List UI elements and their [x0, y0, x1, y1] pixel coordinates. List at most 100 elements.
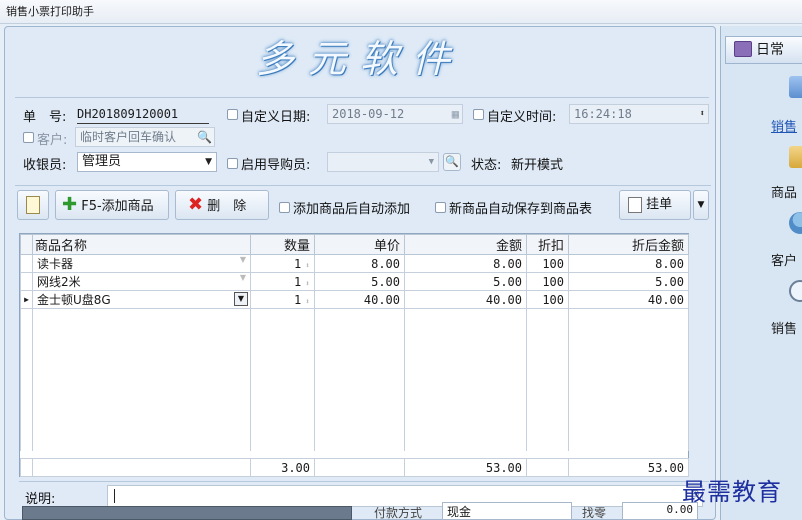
price-cell[interactable]: 8.00: [314, 254, 405, 273]
customer-icon[interactable]: [789, 212, 802, 234]
order-no-label: 单 号:: [23, 110, 67, 125]
column-header[interactable]: 商品名称: [32, 234, 251, 255]
column-header[interactable]: 金额: [404, 234, 527, 255]
hold-order-dropdown[interactable]: ▼: [693, 190, 709, 220]
cashier-select[interactable]: 管理员 ▼: [77, 152, 217, 172]
total-qty: 3.00: [250, 458, 315, 477]
status-value: 新开模式: [511, 158, 564, 173]
search-icon[interactable]: 🔍: [197, 128, 212, 146]
qty-cell[interactable]: 1 ⬍: [250, 254, 315, 273]
chevron-down-icon: ▼: [239, 273, 246, 283]
guide-checkbox[interactable]: [227, 158, 238, 169]
sales-icon[interactable]: [789, 76, 802, 98]
new-order-button[interactable]: [17, 190, 49, 220]
nav-sales-report[interactable]: 销售: [771, 318, 797, 337]
auto-save-label: 新商品自动保存到商品表: [449, 202, 593, 217]
toolbar: ✚ F5-添加商品 ✖ 删 除 添加商品后自动添加 新商品自动保存到商品表 挂单…: [15, 185, 711, 223]
custom-date-checkbox[interactable]: [227, 109, 238, 120]
table-row[interactable]: 读卡器 ▼ 1 ⬍ 8.00 8.00 100 8.00: [20, 254, 689, 273]
pay-method-label: 付款方式: [374, 506, 423, 520]
hold-order-button[interactable]: 挂单: [619, 190, 691, 220]
book-icon: [734, 41, 752, 57]
qty-cell[interactable]: 1 ⬍: [250, 272, 315, 291]
main-panel: 多元软件 单 号: DH201809120001 自定义日期: 2018-09-…: [4, 26, 716, 520]
column-header[interactable]: 单价: [314, 234, 405, 255]
chevron-down-icon[interactable]: ▼: [234, 292, 248, 306]
spinner-icon: ⬍: [305, 296, 310, 306]
amount-cell: 8.00: [404, 254, 527, 273]
calendar-icon[interactable]: ▦: [452, 105, 459, 123]
customer-checkbox[interactable]: [23, 132, 34, 143]
column-header[interactable]: 数量: [250, 234, 315, 255]
nav-customers[interactable]: 客户: [771, 250, 797, 269]
custom-date-field[interactable]: 2018-09-12 ▦: [327, 104, 463, 124]
custom-date-label: 自定义日期:: [241, 110, 311, 125]
product-name-cell[interactable]: 网线2米 ▼: [32, 272, 251, 291]
custom-time-label: 自定义时间:: [487, 110, 557, 125]
cashier-label: 收银员:: [23, 158, 67, 173]
spinner-icon[interactable]: ⬍: [700, 105, 705, 123]
customer-field[interactable]: 临时客户回车确认 🔍: [75, 127, 215, 147]
product-box-icon[interactable]: [789, 146, 802, 168]
watermark: 最需教育: [682, 478, 782, 506]
right-nav-panel: 日常 销售 商品 客户 销售: [720, 26, 802, 520]
change-label: 找零: [582, 506, 607, 520]
spinner-icon: ⬍: [305, 278, 310, 288]
row-indicator: [20, 272, 33, 291]
chevron-down-icon: ▼: [205, 157, 212, 167]
row-indicator-header: [20, 234, 33, 255]
qty-cell[interactable]: 1 ⬍: [250, 290, 315, 309]
final-amount-cell: 5.00: [568, 272, 689, 291]
plus-icon: ✚: [62, 194, 78, 215]
chevron-down-icon: ▼: [697, 200, 705, 210]
sales-report-icon[interactable]: [789, 280, 802, 302]
receipt-icon: [628, 196, 642, 213]
add-product-button[interactable]: ✚ F5-添加商品: [55, 190, 169, 220]
spinner-icon: ⬍: [305, 260, 310, 270]
delete-button[interactable]: ✖ 删 除: [175, 190, 269, 220]
nav-sales[interactable]: 销售: [771, 116, 797, 135]
discount-cell[interactable]: 100: [526, 272, 569, 291]
custom-time-field[interactable]: 16:24:18 ⬍: [569, 104, 709, 124]
total-amount: 53.00: [404, 458, 527, 477]
table-row[interactable]: ▶ 金士顿U盘8G ▼ 1 ⬍ 40.00 40.00 100 40.00: [20, 290, 689, 309]
final-amount-cell: 8.00: [568, 254, 689, 273]
amount-cell: 40.00: [404, 290, 527, 309]
product-table: 商品名称 数量 单价 金额 折扣 折后金额 读卡器 ▼ 1 ⬍ 8.00 8.00 …: [19, 233, 689, 477]
payment-bar: 付款方式 现金 找零 0.00: [4, 498, 716, 520]
guide-select[interactable]: ▼: [327, 152, 439, 172]
customer-label: 客户:: [37, 133, 68, 148]
price-cell[interactable]: 5.00: [314, 272, 405, 291]
search-icon[interactable]: 🔍: [443, 153, 461, 171]
final-amount-cell: 40.00: [568, 290, 689, 309]
table-row[interactable]: 网线2米 ▼ 1 ⬍ 5.00 5.00 100 5.00: [20, 272, 689, 291]
window-title: 销售小票打印助手: [0, 0, 802, 24]
order-no-field[interactable]: DH201809120001: [77, 104, 209, 124]
tab-daily[interactable]: 日常: [725, 36, 802, 64]
product-name-cell[interactable]: 读卡器 ▼: [32, 254, 251, 273]
totals-row: 3.00 53.00 53.00: [20, 458, 689, 477]
price-cell[interactable]: 40.00: [314, 290, 405, 309]
product-name-cell[interactable]: 金士顿U盘8G ▼: [32, 290, 251, 309]
chevron-down-icon: ▼: [428, 157, 434, 167]
discount-cell[interactable]: 100: [526, 254, 569, 273]
amount-cell: 5.00: [404, 272, 527, 291]
custom-time-checkbox[interactable]: [473, 109, 484, 120]
current-row-icon: ▶: [20, 290, 33, 309]
close-icon: ✖: [188, 194, 204, 215]
chevron-down-icon: ▼: [239, 255, 246, 265]
discount-cell[interactable]: 100: [526, 290, 569, 309]
auto-add-label: 添加商品后自动添加: [293, 202, 411, 217]
auto-save-checkbox[interactable]: [435, 202, 446, 213]
document-icon: [26, 196, 40, 214]
column-header[interactable]: 折扣: [526, 234, 569, 255]
nav-products[interactable]: 商品: [771, 182, 797, 201]
guide-label: 启用导购员:: [241, 158, 311, 173]
brand-banner: 多元软件: [255, 37, 464, 81]
auto-add-checkbox[interactable]: [279, 202, 290, 213]
amount-display: [22, 506, 352, 520]
status-label: 状态:: [471, 158, 502, 173]
pay-method-select[interactable]: 现金: [442, 502, 572, 520]
column-header[interactable]: 折后金额: [568, 234, 689, 255]
empty-space: [20, 308, 689, 451]
